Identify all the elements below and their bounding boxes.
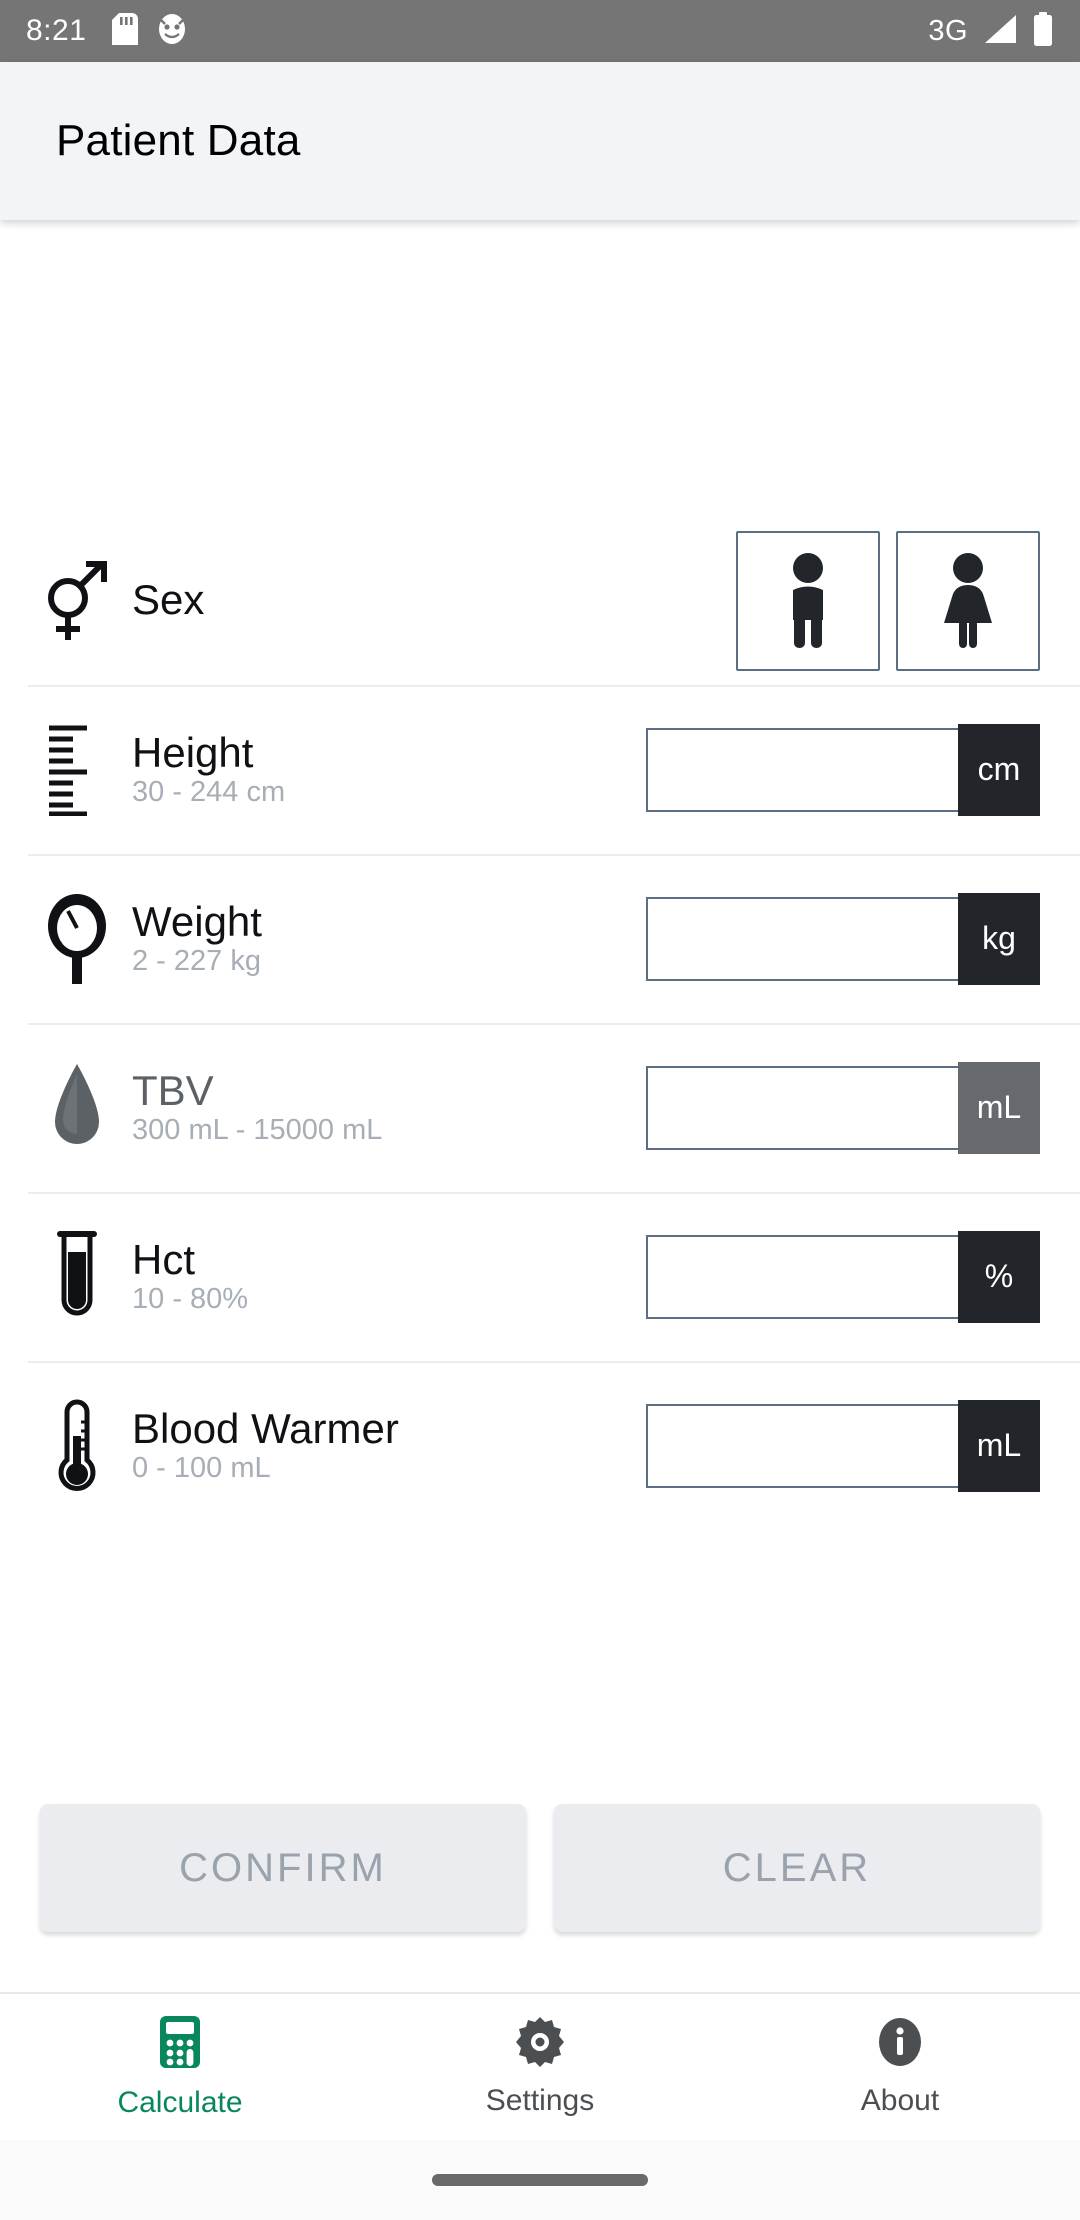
nav-item-about[interactable]: About — [720, 2017, 1080, 2118]
gesture-bar — [0, 2140, 1080, 2220]
hct-unit-label: % — [958, 1230, 1040, 1323]
nav-item-settings-label: Settings — [485, 2083, 595, 2117]
form-row-tbv-text: TBV 300 mL - 15000 mL — [126, 1069, 646, 1146]
app-root: 8:21 3G Patient Data Sex Height 30 - 244… — [0, 0, 1080, 2220]
form-row-blood-warmer-label: Blood Warmer — [132, 1405, 399, 1453]
form-row-height-label: Height — [132, 729, 254, 777]
nav-item-about-label: About — [860, 2083, 940, 2117]
weight-field: kg — [646, 892, 1040, 985]
battery-icon — [1032, 11, 1054, 51]
clear-button[interactable]: CLEAR — [554, 1804, 1040, 1932]
form-row-weight-text: Weight 2 - 227 kg — [126, 900, 646, 977]
sd-card-icon — [112, 12, 139, 50]
action-buttons: CONFIRM CLEAR — [0, 1804, 1080, 1992]
status-right-icons: 3G — [928, 11, 1054, 51]
signal-icon — [982, 14, 1018, 49]
form-row-height-text: Height 30 - 244 cm — [126, 731, 646, 808]
form-row-sex: Sex — [0, 516, 1080, 685]
page-title: Patient Data — [56, 116, 301, 165]
nav-item-calculate-label: Calculate — [117, 2085, 243, 2119]
ruler-icon — [28, 724, 126, 816]
hct-field: % — [646, 1230, 1040, 1323]
blood-warmer-input[interactable] — [646, 1403, 958, 1488]
nav-item-calculate[interactable]: Calculate — [0, 2015, 360, 2120]
hct-input[interactable] — [646, 1234, 958, 1319]
status-bar: 8:21 3G — [0, 0, 1080, 62]
height-input[interactable] — [646, 727, 958, 812]
actions-wrapper: CONFIRM CLEAR — [0, 1530, 1080, 1992]
form-row-hct-label: Hct — [132, 1236, 195, 1284]
bottom-navigation: Calculate Settings About — [0, 1992, 1080, 2140]
form-row-tbv-range: 300 mL - 15000 mL — [132, 1114, 383, 1147]
form-row-blood-warmer-text: Blood Warmer 0 - 100 mL — [126, 1407, 646, 1484]
info-icon — [876, 2017, 924, 2072]
gear-icon — [515, 2016, 565, 2072]
blood-drop-icon — [28, 1062, 126, 1154]
form-row-height: Height 30 - 244 cm cm — [0, 685, 1080, 854]
test-tube-icon — [28, 1230, 126, 1324]
tbv-input[interactable] — [646, 1065, 958, 1150]
form-row-weight: Weight 2 - 227 kg kg — [0, 854, 1080, 1023]
weight-input[interactable] — [646, 896, 958, 981]
nav-item-settings[interactable]: Settings — [360, 2016, 720, 2118]
sex-selector — [736, 530, 1040, 671]
content-area: Sex Height 30 - 244 cm cm Weight 2 - 227… — [0, 220, 1080, 1992]
calculator-icon — [159, 2015, 201, 2074]
gesture-pill[interactable] — [432, 2174, 648, 2186]
top-spacer — [0, 220, 1080, 516]
tbv-field: mL — [646, 1061, 1040, 1154]
form-row-weight-range: 2 - 227 kg — [132, 945, 261, 978]
height-unit-label: cm — [958, 723, 1040, 816]
confirm-button[interactable]: CONFIRM — [40, 1804, 526, 1932]
form-row-hct-text: Hct 10 - 80% — [126, 1238, 646, 1315]
scale-icon — [28, 892, 126, 986]
form-row-hct: Hct 10 - 80% % — [0, 1192, 1080, 1361]
form-row-blood-warmer: Blood Warmer 0 - 100 mL mL — [0, 1361, 1080, 1530]
form-row-tbv: TBV 300 mL - 15000 mL mL — [0, 1023, 1080, 1192]
form-row-tbv-label: TBV — [132, 1067, 214, 1115]
form-row-height-range: 30 - 244 cm — [132, 776, 286, 809]
male-female-symbol-icon — [28, 558, 126, 644]
sex-option-female[interactable] — [896, 530, 1040, 671]
form-row-sex-label: Sex — [132, 576, 205, 624]
status-left-icons — [112, 12, 188, 50]
blood-warmer-field: mL — [646, 1399, 1040, 1492]
form-row-weight-label: Weight — [132, 898, 262, 946]
height-field: cm — [646, 723, 1040, 816]
app-bar: Patient Data — [0, 62, 1080, 220]
app-notification-icon — [156, 13, 188, 50]
status-clock: 8:21 — [26, 14, 87, 47]
patient-data-form: Sex Height 30 - 244 cm cm Weight 2 - 227… — [0, 516, 1080, 1530]
form-row-blood-warmer-range: 0 - 100 mL — [132, 1452, 271, 1485]
form-row-hct-range: 10 - 80% — [132, 1283, 249, 1316]
blood-warmer-unit-label: mL — [958, 1399, 1040, 1492]
thermometer-icon — [28, 1398, 126, 1494]
form-row-sex-text: Sex — [126, 578, 736, 622]
tbv-unit-label: mL — [958, 1061, 1040, 1154]
sex-option-male[interactable] — [736, 530, 880, 671]
weight-unit-label: kg — [958, 892, 1040, 985]
network-type-label: 3G — [928, 14, 968, 47]
